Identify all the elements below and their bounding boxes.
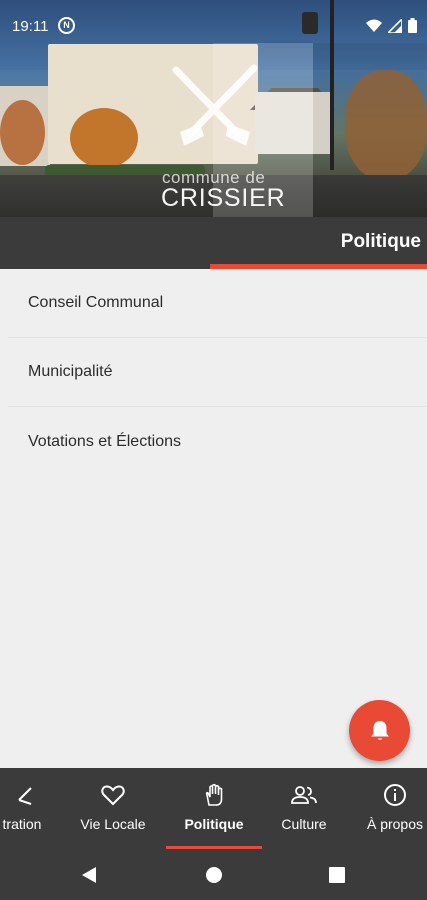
recents-icon[interactable] — [329, 867, 345, 883]
nav-active-indicator — [166, 846, 262, 849]
system-navigation-bar — [0, 850, 427, 900]
status-bar: 19:11 N — [0, 0, 427, 54]
nav-tab-vie-locale[interactable]: Vie Locale — [70, 768, 156, 850]
list-item-conseil-communal[interactable]: Conseil Communal — [8, 269, 427, 338]
nav-label: À propos — [366, 816, 424, 832]
battery-icon — [408, 18, 417, 33]
hand-icon — [205, 783, 223, 806]
section-title: Politique — [340, 231, 421, 252]
wifi-icon — [366, 19, 382, 32]
list-item-municipalite[interactable]: Municipalité — [8, 338, 427, 407]
info-icon — [384, 784, 406, 806]
nfc-icon: N — [58, 17, 75, 34]
nav-tab-politique[interactable]: Politique — [166, 768, 262, 850]
nav-label: Culture — [281, 816, 327, 832]
people-icon — [291, 786, 317, 804]
home-icon[interactable] — [205, 866, 223, 884]
nav-label: tration — [2, 816, 42, 832]
section-header: Politique — [0, 217, 427, 269]
bell-icon — [370, 720, 389, 740]
signal-icon — [388, 18, 402, 33]
nav-tab-culture[interactable]: Culture — [266, 768, 342, 850]
bottom-navigation: tration Vie Locale Politique Culture À p… — [0, 768, 427, 850]
crissier-logo-icon — [172, 64, 258, 146]
list-item-votations-elections[interactable]: Votations et Élections — [8, 407, 427, 476]
logo-title: CRISSIER — [161, 184, 286, 212]
nav-label: Vie Locale — [80, 816, 146, 832]
nav-label: Politique — [184, 816, 244, 832]
notifications-button[interactable] — [349, 700, 410, 761]
admin-icon — [18, 787, 32, 805]
status-time: 19:11 — [12, 18, 49, 35]
politique-menu-list: Conseil Communal Municipalité Votations … — [0, 269, 427, 476]
heart-icon — [101, 785, 125, 806]
app-screen: commune de CRISSIER 19:11 N Politique Co… — [0, 0, 427, 900]
nav-tab-administration[interactable]: tration — [0, 768, 62, 850]
back-icon[interactable] — [81, 866, 97, 884]
nav-tab-a-propos[interactable]: À propos — [355, 768, 427, 850]
